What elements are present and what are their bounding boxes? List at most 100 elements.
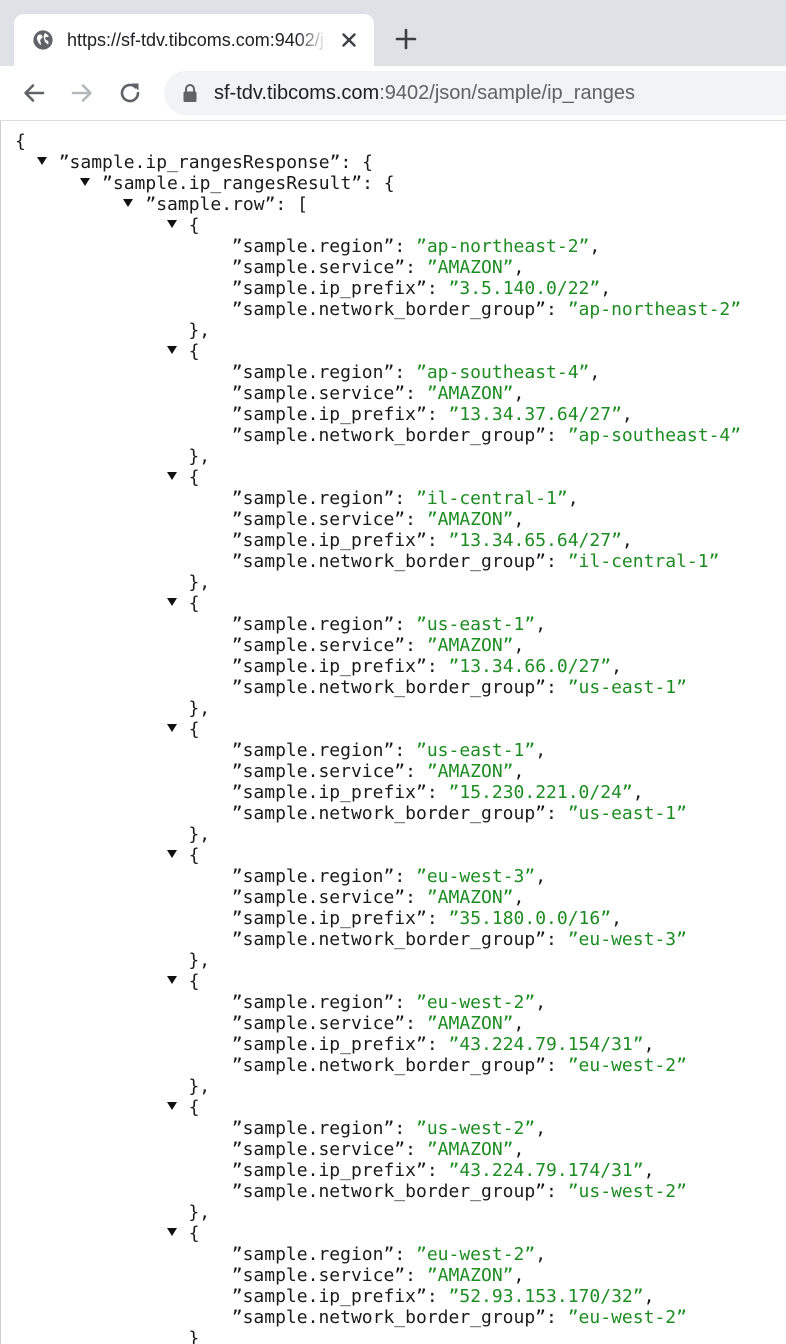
json-key: ”sample.ip_prefix”	[231, 278, 427, 299]
json-field-line: ”sample.ip_prefix”: ”35.180.0.0/16”,	[15, 908, 741, 929]
json-string-value: ”us-west-2”	[567, 1181, 687, 1202]
brace: {	[188, 467, 200, 488]
json-key: ”sample.ip_prefix”	[231, 908, 427, 929]
lock-icon[interactable]	[182, 83, 198, 103]
json-key: ”sample.network_border_group”	[231, 677, 547, 698]
punctuation: ,	[621, 404, 633, 425]
punctuation: :	[426, 278, 449, 299]
json-string-value: ”AMAZON”	[426, 887, 514, 908]
close-icon[interactable]	[337, 28, 361, 52]
punctuation: : {	[340, 152, 373, 173]
address-bar[interactable]: sf-tdv.tibcoms.com:9402/json/sample/ip_r…	[164, 71, 786, 115]
collapse-toggle-icon[interactable]	[36, 157, 47, 165]
collapse-toggle-icon[interactable]	[166, 598, 177, 606]
json-field-line: ”sample.service”: ”AMAZON”,	[15, 635, 741, 656]
json-object-close: },	[15, 446, 741, 467]
punctuation: :	[546, 425, 568, 446]
json-field-line: ”sample.ip_prefix”: ”13.34.37.64/27”,	[15, 404, 741, 425]
brace: {	[188, 215, 200, 236]
json-string-value: ”il-central-1”	[567, 551, 720, 572]
punctuation: :	[426, 530, 449, 551]
json-key-line: ”sample.ip_rangesResponse”: {	[15, 152, 741, 173]
json-field-line: ”sample.network_border_group”: ”us-east-…	[15, 677, 741, 698]
json-key: ”sample.network_border_group”	[231, 551, 547, 572]
collapse-toggle-icon[interactable]	[166, 220, 177, 228]
json-key: ”sample.network_border_group”	[231, 1055, 547, 1076]
punctuation: :	[426, 1286, 449, 1307]
json-string-value: ”13.34.37.64/27”	[448, 404, 622, 425]
json-string-value: ”eu-west-3”	[567, 929, 687, 950]
punctuation: :	[426, 656, 449, 677]
collapse-toggle-icon[interactable]	[166, 346, 177, 354]
collapse-toggle-icon[interactable]	[166, 850, 177, 858]
punctuation: ,	[611, 656, 622, 677]
punctuation: :	[546, 929, 568, 950]
json-object-open: {	[15, 215, 741, 236]
punctuation: ,	[513, 1013, 525, 1034]
json-key: ”sample.ip_rangesResponse”	[58, 152, 341, 173]
punctuation: :	[405, 509, 427, 530]
json-string-value: ”eu-west-2”	[416, 992, 536, 1013]
json-string-value: ”us-east-1”	[567, 803, 687, 824]
json-string-value: ”us-east-1”	[416, 740, 536, 761]
json-string-value: ”13.34.65.64/27”	[448, 530, 622, 551]
globe-icon	[33, 30, 53, 50]
json-field-line: ”sample.network_border_group”: ”il-centr…	[15, 551, 741, 572]
punctuation: :	[394, 866, 416, 887]
collapse-toggle-icon[interactable]	[166, 976, 177, 984]
collapse-toggle-icon[interactable]	[166, 1228, 177, 1236]
json-object-close: },	[15, 572, 741, 593]
json-field-line: ”sample.service”: ”AMAZON”,	[15, 1265, 741, 1286]
collapse-toggle-icon[interactable]	[166, 724, 177, 732]
toolbar: sf-tdv.tibcoms.com:9402/json/sample/ip_r…	[0, 66, 786, 121]
json-field-line: ”sample.ip_prefix”: ”3.5.140.0/22”,	[15, 278, 741, 299]
json-tree: { ”sample.ip_rangesResponse”: { ”sample.…	[15, 131, 741, 1344]
brace: },	[188, 320, 211, 341]
brace: {	[188, 1097, 200, 1118]
tab-title: https://sf-tdv.tibcoms.com:9402/json/sam…	[67, 30, 327, 50]
json-field-line: ”sample.ip_prefix”: ”43.224.79.174/31”,	[15, 1160, 741, 1181]
json-open-brace: {	[15, 131, 741, 152]
reload-icon[interactable]	[115, 78, 145, 108]
json-key: ”sample.service”	[231, 257, 406, 278]
punctuation: :	[426, 404, 449, 425]
json-string-value: ”ap-northeast-2”	[416, 236, 590, 257]
json-key: ”sample.network_border_group”	[231, 425, 547, 446]
json-field-line: ”sample.service”: ”AMAZON”,	[15, 1139, 741, 1160]
json-key: ”sample.service”	[231, 1139, 406, 1160]
json-string-value: ”AMAZON”	[426, 1013, 514, 1034]
json-string-value: ”ap-southeast-4”	[567, 425, 742, 446]
punctuation: :	[405, 257, 427, 278]
punctuation: :	[394, 1118, 416, 1139]
plus-icon[interactable]	[392, 25, 420, 53]
collapse-toggle-icon[interactable]	[166, 1102, 177, 1110]
punctuation: ,	[535, 740, 547, 761]
json-key: ”sample.service”	[231, 887, 406, 908]
browser-tab[interactable]: https://sf-tdv.tibcoms.com:9402/json/sam…	[14, 14, 374, 66]
punctuation: :	[394, 236, 416, 257]
json-key: ”sample.service”	[231, 1265, 406, 1286]
punctuation: :	[394, 1244, 416, 1265]
punctuation: :	[394, 614, 416, 635]
collapse-toggle-icon[interactable]	[80, 178, 91, 186]
json-string-value: ”AMAZON”	[426, 383, 514, 404]
punctuation: :	[394, 992, 416, 1013]
arrow-left-icon[interactable]	[19, 78, 49, 108]
punctuation: :	[426, 782, 449, 803]
collapse-toggle-icon[interactable]	[166, 472, 177, 480]
url-text[interactable]: sf-tdv.tibcoms.com:9402/json/sample/ip_r…	[214, 81, 635, 105]
json-string-value: ”us-east-1”	[416, 614, 536, 635]
collapse-toggle-icon[interactable]	[123, 199, 134, 207]
json-key: ”sample.row”	[145, 194, 276, 215]
punctuation: :	[426, 908, 449, 929]
punctuation: ,	[643, 1286, 655, 1307]
punctuation: ,	[643, 1160, 655, 1181]
brace: {	[188, 1223, 200, 1244]
json-key: ”sample.region”	[231, 1244, 395, 1265]
json-field-line: ”sample.service”: ”AMAZON”,	[15, 1013, 741, 1034]
arrow-right-icon[interactable]	[67, 78, 97, 108]
json-object-close: },	[15, 824, 741, 845]
json-string-value: ”eu-west-2”	[416, 1244, 536, 1265]
json-string-value: ”ap-southeast-4”	[416, 362, 590, 383]
json-field-line: ”sample.service”: ”AMAZON”,	[15, 383, 741, 404]
